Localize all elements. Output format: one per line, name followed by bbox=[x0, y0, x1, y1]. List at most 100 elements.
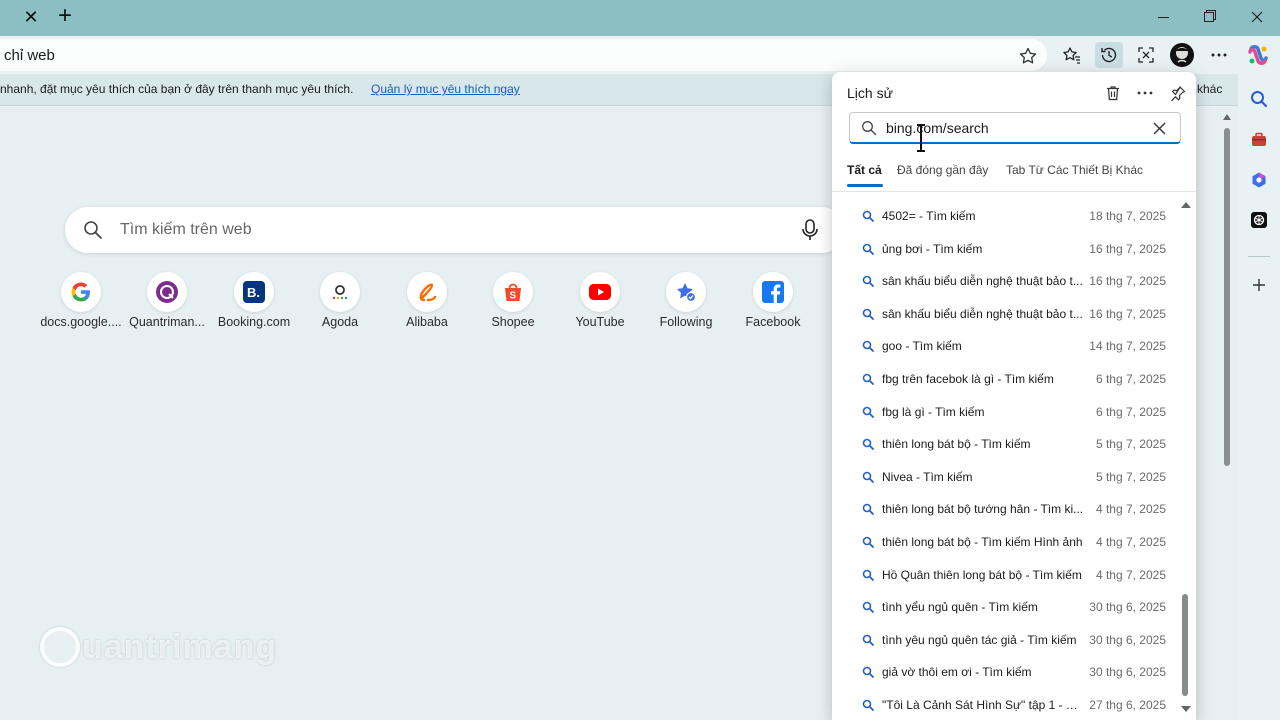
history-item[interactable]: thiên long bát bộ - Tìm kiếm 5 thg 7, 202… bbox=[832, 428, 1178, 461]
history-item[interactable]: fbg trên facebok là gì - Tìm kiếm 6 thg 7… bbox=[832, 363, 1178, 396]
quick-link-tile[interactable]: S Shopee bbox=[471, 272, 555, 334]
history-divider bbox=[832, 191, 1196, 192]
close-icon bbox=[1251, 11, 1263, 23]
history-item[interactable]: ủng bơi - Tìm kiếm 16 thg 7, 2025 bbox=[832, 233, 1178, 266]
microphone-icon[interactable] bbox=[800, 219, 820, 241]
quick-link-tile[interactable]: Alibaba bbox=[385, 272, 469, 334]
history-item-title: ủng bơi - Tìm kiếm bbox=[882, 241, 983, 256]
history-item[interactable]: thiên long bát bộ tướng hân - Tìm ki... 4… bbox=[832, 493, 1178, 526]
copilot-button[interactable] bbox=[1244, 42, 1272, 68]
history-item-date: 5 thg 7, 2025 bbox=[1095, 469, 1166, 484]
history-item-title: sân khấu biểu diễn nghệ thuật bảo t... bbox=[882, 306, 1083, 321]
history-item[interactable]: thiên long bát bộ - Tìm kiếm Hình ảnh 4 t… bbox=[832, 526, 1178, 559]
alibaba-icon bbox=[407, 272, 447, 312]
history-search-input[interactable]: bing.com/search bbox=[849, 112, 1181, 144]
search-icon bbox=[862, 275, 874, 288]
history-item-title: thiên long bát bộ tướng hân - Tìm ki... bbox=[882, 502, 1084, 517]
add-favorite-star-icon[interactable] bbox=[1018, 46, 1038, 66]
history-item-date: 14 thg 7, 2025 bbox=[1089, 339, 1166, 354]
chatgpt-icon bbox=[1251, 212, 1267, 228]
quick-link-tile[interactable]: YouTube bbox=[558, 272, 642, 334]
facebook-icon bbox=[753, 272, 793, 312]
tile-label: Agoda bbox=[321, 315, 359, 329]
active-tab-indicator bbox=[847, 184, 883, 187]
quick-link-tile[interactable]: Facebook bbox=[731, 272, 815, 334]
profile-avatar[interactable] bbox=[1168, 42, 1196, 68]
edge-sidebar bbox=[1238, 74, 1280, 720]
tile-label: Following bbox=[659, 315, 713, 329]
quick-link-tile[interactable]: Following bbox=[644, 272, 728, 334]
quick-link-tile[interactable]: docs.google.... bbox=[39, 272, 123, 334]
new-tab-button[interactable]: + bbox=[52, 3, 78, 29]
tile-label: Facebook bbox=[745, 315, 801, 329]
history-item-title: tình yêu ngủ quên tác giả - Tìm kiếm bbox=[882, 632, 1077, 647]
history-item-title: giả vờ thôi em ơi - Tìm kiếm bbox=[882, 665, 1032, 680]
history-item[interactable]: 4502= - Tìm kiếm 18 thg 7, 2025 bbox=[832, 200, 1178, 233]
quick-link-tile[interactable]: B. Booking.com bbox=[212, 272, 296, 334]
favorites-button[interactable] bbox=[1058, 42, 1086, 68]
history-item-title: Nivea - Tìm kiếm bbox=[882, 469, 973, 484]
sidebar-chatgpt-button[interactable] bbox=[1247, 208, 1271, 232]
page-scroll-up-arrow[interactable] bbox=[1222, 112, 1232, 122]
search-icon bbox=[862, 121, 877, 136]
history-scroll-down-arrow[interactable] bbox=[1180, 704, 1192, 714]
other-favorites-label[interactable]: khác bbox=[1197, 82, 1222, 96]
quick-link-tile[interactable]: Agoda bbox=[298, 272, 382, 334]
quick-link-tile[interactable]: Quantriman... bbox=[125, 272, 209, 334]
sidebar-add-button[interactable] bbox=[1247, 273, 1271, 297]
history-item-date: 30 thg 6, 2025 bbox=[1089, 600, 1166, 615]
pin-history-button[interactable] bbox=[1166, 81, 1190, 105]
history-item[interactable]: fbg là gì - Tìm kiếm 6 thg 7, 2025 bbox=[832, 396, 1178, 429]
address-bar-text: chỉ web bbox=[4, 47, 55, 64]
history-item[interactable]: goo - Tìm kiếm 14 thg 7, 2025 bbox=[832, 330, 1178, 363]
history-item[interactable]: Nivea - Tìm kiếm 5 thg 7, 2025 bbox=[832, 461, 1178, 494]
history-scrollbar-thumb[interactable] bbox=[1182, 594, 1188, 696]
search-icon bbox=[862, 210, 874, 222]
history-item[interactable]: tình yểu ngủ quên - Tìm kiếm 30 thg 6, 20… bbox=[832, 591, 1178, 624]
toolbar: chỉ web bbox=[0, 36, 1280, 74]
search-icon bbox=[862, 243, 874, 255]
close-window-button[interactable] bbox=[1234, 4, 1280, 30]
minimize-button[interactable] bbox=[1140, 4, 1186, 30]
address-bar[interactable]: chỉ web bbox=[0, 39, 1047, 71]
sidebar-search-button[interactable] bbox=[1247, 87, 1271, 111]
page-scrollbar-thumb[interactable] bbox=[1224, 128, 1230, 466]
clear-search-button[interactable] bbox=[1150, 119, 1168, 137]
history-item-title: fbg trên facebok là gì - Tìm kiếm bbox=[882, 371, 1054, 386]
quantrimang-icon bbox=[147, 272, 187, 312]
search-icon bbox=[862, 341, 874, 353]
screenshot-button[interactable] bbox=[1132, 42, 1160, 68]
clear-history-button[interactable] bbox=[1101, 81, 1125, 105]
history-more-options-button[interactable] bbox=[1133, 81, 1157, 105]
search-icon bbox=[862, 471, 874, 483]
history-item[interactable]: giả vờ thôi em ơi - Tìm kiếm 30 thg 6, 20… bbox=[832, 656, 1178, 689]
history-item[interactable]: Hồ Quân thiên long bát bộ - Tìm kiếm 4 th… bbox=[832, 559, 1178, 592]
sidebar-office-button[interactable] bbox=[1247, 168, 1271, 192]
tab-other-devices[interactable]: Tab Từ Các Thiết Bị Khác bbox=[1006, 163, 1143, 177]
restore-icon bbox=[1204, 12, 1214, 22]
history-item-title: thiên long bát bộ - Tìm kiếm Hình ảnh bbox=[882, 534, 1083, 549]
sidebar-tools-button[interactable] bbox=[1247, 128, 1271, 152]
history-button[interactable] bbox=[1095, 42, 1123, 68]
tab-recently-closed[interactable]: Đã đóng gần đây bbox=[897, 163, 988, 177]
history-item[interactable]: tình yêu ngủ quên tác giả - Tìm kiếm 30 t… bbox=[832, 624, 1178, 657]
restore-button[interactable] bbox=[1186, 4, 1232, 30]
search-icon bbox=[84, 221, 102, 239]
search-icon bbox=[862, 406, 874, 418]
history-item-date: 6 thg 7, 2025 bbox=[1095, 371, 1166, 386]
manage-favorites-link[interactable]: Quản lý mục yêu thích ngay bbox=[371, 82, 520, 96]
history-item[interactable]: sân khấu biểu diễn nghệ thuật bảo t... 16… bbox=[832, 298, 1178, 331]
settings-more-button[interactable] bbox=[1205, 42, 1233, 68]
text-cursor-icon bbox=[917, 124, 925, 152]
history-scroll-up-arrow[interactable] bbox=[1180, 200, 1192, 210]
following-icon bbox=[666, 272, 706, 312]
history-item[interactable]: "Tôi Là Cảnh Sát Hình Sự" tập 1 - Tì... 2… bbox=[832, 689, 1178, 720]
search-icon bbox=[862, 504, 874, 516]
close-tab-button[interactable]: ✕ bbox=[18, 5, 44, 29]
history-item-title: 4502= - Tìm kiếm bbox=[882, 209, 976, 223]
history-item[interactable]: sân khấu biểu diễn nghệ thuật bảo t... 16… bbox=[832, 265, 1178, 298]
history-item-date: 16 thg 7, 2025 bbox=[1089, 274, 1166, 289]
web-search-box[interactable]: Tìm kiếm trên web bbox=[65, 207, 845, 253]
history-item-title: sân khấu biểu diễn nghệ thuật bảo t... bbox=[882, 274, 1083, 289]
tab-all[interactable]: Tất cả bbox=[847, 163, 882, 177]
